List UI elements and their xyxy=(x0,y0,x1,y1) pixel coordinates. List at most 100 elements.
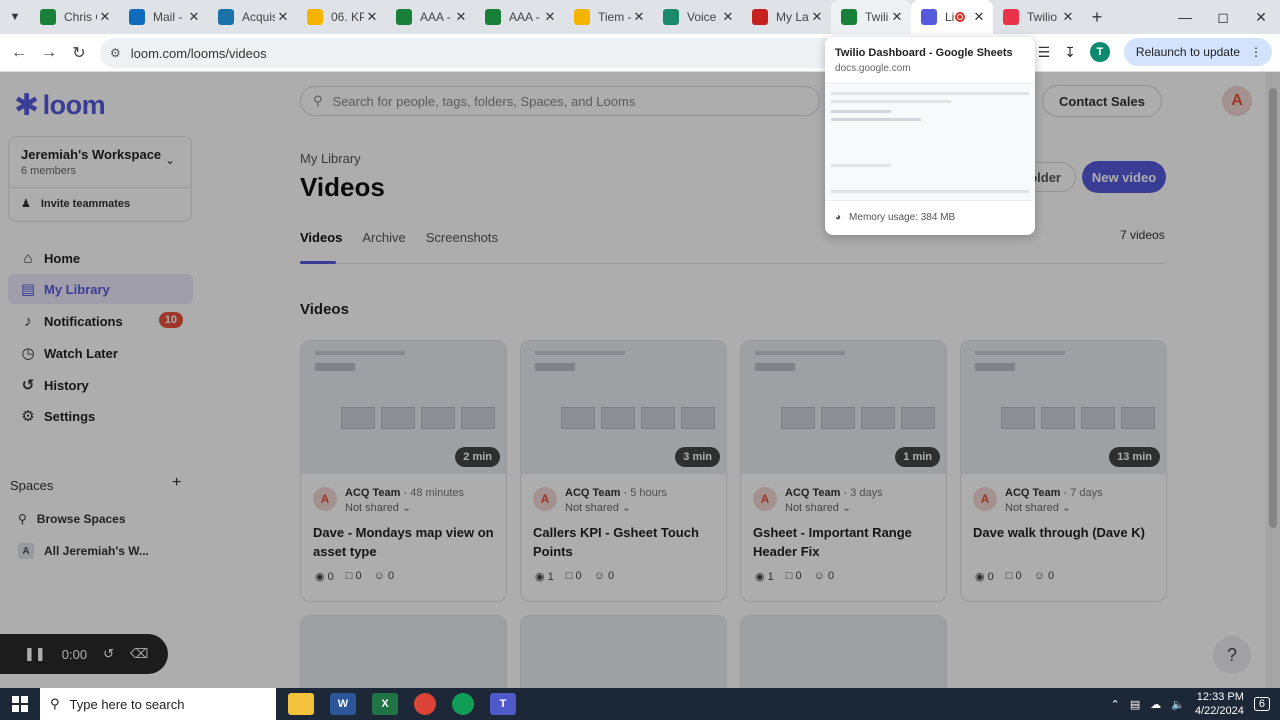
close-window-button[interactable]: ✕ xyxy=(1242,0,1280,34)
browser-tab[interactable]: Chris C✕ xyxy=(30,0,119,34)
new-tab-button[interactable]: + xyxy=(1082,7,1112,28)
browser-tab[interactable]: Tiem - ✕ xyxy=(564,0,653,34)
browser-tab[interactable]: AAA - ✕ xyxy=(475,0,564,34)
author-name[interactable]: ACQ Team xyxy=(345,487,400,499)
tab-videos[interactable]: Videos xyxy=(300,230,342,245)
close-tab-icon[interactable]: ✕ xyxy=(186,9,202,25)
teams-icon[interactable]: T xyxy=(490,693,516,715)
author-name[interactable]: ACQ Team xyxy=(1005,487,1060,499)
tab-screenshots[interactable]: Screenshots xyxy=(426,230,498,245)
browser-tab[interactable]: My La ✕ xyxy=(742,0,831,34)
breadcrumb[interactable]: My Library xyxy=(300,151,361,166)
browser-tab[interactable]: Lib ✕ xyxy=(911,0,993,34)
invite-teammates-button[interactable]: ♟ Invite teammates xyxy=(21,197,130,211)
video-title[interactable]: Dave walk through (Dave K) xyxy=(973,523,1158,542)
chrome-icon[interactable] xyxy=(452,693,474,715)
sidebar-item-settings[interactable]: ⚙ Settings xyxy=(8,401,193,431)
sidebar-item-watch-later[interactable]: ◷ Watch Later xyxy=(8,338,193,368)
search-input[interactable]: ⚲ Search for people, tags, folders, Spac… xyxy=(300,86,820,116)
video-title[interactable]: Gsheet - Important Range Header Fix xyxy=(753,523,938,561)
maximize-button[interactable]: ◻ xyxy=(1204,0,1242,34)
space-item[interactable]: A All Jeremiah's W... xyxy=(18,543,149,559)
sharing-status[interactable]: Not shared ⌄ xyxy=(345,501,464,514)
workspace-switcher[interactable]: Jeremiah's Workspace 6 members ⌄ ♟ Invit… xyxy=(8,136,192,222)
video-thumbnail[interactable]: 3 min xyxy=(521,341,726,474)
relaunch-button[interactable]: Relaunch to update ⋮ xyxy=(1123,38,1272,66)
forward-button[interactable]: → xyxy=(34,44,64,62)
profile-avatar[interactable]: T xyxy=(1089,42,1110,62)
trash-icon[interactable]: ⌫ xyxy=(130,646,148,662)
contact-sales-button[interactable]: Contact Sales xyxy=(1042,85,1162,117)
close-tab-icon[interactable]: ✕ xyxy=(97,9,113,25)
minimize-button[interactable]: — xyxy=(1166,0,1204,34)
video-card[interactable] xyxy=(520,615,727,688)
user-avatar[interactable]: A xyxy=(1222,86,1252,116)
close-tab-icon[interactable]: ✕ xyxy=(542,9,558,25)
restart-icon[interactable]: ↺ xyxy=(103,646,114,662)
browser-tab[interactable]: Voice ✕ xyxy=(653,0,742,34)
browser-tab[interactable]: Twilio✕ xyxy=(993,0,1082,34)
video-title[interactable]: Callers KPI - Gsheet Touch Points xyxy=(533,523,718,561)
taskbar-search[interactable]: ⚲ Type here to search xyxy=(40,688,276,720)
video-thumbnail[interactable]: 1 min xyxy=(741,341,946,474)
browser-tab[interactable]: Mail - ✕ xyxy=(119,0,208,34)
close-tab-icon[interactable]: ✕ xyxy=(631,9,647,25)
add-space-icon[interactable]: + xyxy=(172,474,181,492)
word-icon[interactable]: W xyxy=(330,693,356,715)
cloud-icon[interactable]: ☁ xyxy=(1150,698,1161,711)
sharing-status[interactable]: Not shared ⌄ xyxy=(785,501,883,514)
tab-archive[interactable]: Archive xyxy=(362,230,405,245)
pause-icon[interactable]: ❚❚ xyxy=(24,646,46,662)
video-card[interactable]: 2 min A ACQ Team · 48 minutes Not shared ⌄ D… xyxy=(300,340,507,602)
close-tab-icon[interactable]: ✕ xyxy=(453,9,469,25)
start-button[interactable] xyxy=(0,696,40,712)
chevron-down-icon[interactable]: ⌄ xyxy=(165,153,175,167)
reload-button[interactable]: ↻ xyxy=(64,43,94,63)
new-video-button[interactable]: New video xyxy=(1082,161,1166,193)
video-card[interactable]: 3 min A ACQ Team · 5 hours Not shared ⌄ Call… xyxy=(520,340,727,602)
browse-spaces-link[interactable]: ⚲ Browse Spaces xyxy=(18,512,126,526)
close-tab-icon[interactable]: ✕ xyxy=(971,9,987,25)
browser-tab[interactable]: AAA - ✕ xyxy=(386,0,475,34)
author-name[interactable]: ACQ Team xyxy=(565,487,620,499)
excel-icon[interactable]: X xyxy=(372,693,398,715)
browser-tab[interactable]: Twilio✕ xyxy=(831,0,911,34)
media-controls-icon[interactable]: ☰ xyxy=(1038,44,1051,61)
notification-icon[interactable]: 6 xyxy=(1253,697,1270,711)
loom-logo[interactable]: ✱ loom xyxy=(14,88,106,123)
scrollbar-thumb[interactable] xyxy=(1269,88,1277,528)
close-tab-icon[interactable]: ✕ xyxy=(809,9,825,25)
close-tab-icon[interactable]: ✕ xyxy=(889,9,905,25)
video-card[interactable]: 1 min A ACQ Team · 3 days Not shared ⌄ Gshee… xyxy=(740,340,947,602)
close-tab-icon[interactable]: ✕ xyxy=(364,9,380,25)
sharing-status[interactable]: Not shared ⌄ xyxy=(1005,501,1103,514)
volume-icon[interactable]: 🔈 xyxy=(1171,698,1185,711)
video-card[interactable] xyxy=(740,615,947,688)
download-icon[interactable]: ↧ xyxy=(1064,44,1076,61)
sidebar-item-my-library[interactable]: ▤ My Library xyxy=(8,274,193,304)
back-button[interactable]: ← xyxy=(4,44,34,62)
site-info-icon[interactable]: ⚙ xyxy=(110,46,121,60)
address-bar[interactable]: ⚙ loom.com/looms/videos xyxy=(100,38,840,68)
video-thumbnail[interactable]: 2 min xyxy=(301,341,506,474)
close-tab-icon[interactable]: ✕ xyxy=(1060,9,1076,25)
more-menu-icon[interactable]: ⋮ xyxy=(1250,45,1262,59)
video-card[interactable]: 13 min A ACQ Team · 7 days Not shared ⌄ Dave… xyxy=(960,340,1167,602)
video-title[interactable]: Dave - Mondays map view on asset type xyxy=(313,523,498,561)
chevron-up-icon[interactable]: ⌃ xyxy=(1111,698,1120,711)
tab-search-button[interactable]: ▼ xyxy=(0,0,30,34)
browser-tab[interactable]: 06. KP ✕ xyxy=(297,0,386,34)
browser-tab[interactable]: Acquis ✕ xyxy=(208,0,297,34)
sidebar-item-notifications[interactable]: ♪ Notifications 10 xyxy=(8,306,193,336)
close-tab-icon[interactable]: ✕ xyxy=(720,9,736,25)
video-thumbnail[interactable]: 13 min xyxy=(961,341,1166,474)
help-button[interactable]: ? xyxy=(1213,636,1251,674)
clock[interactable]: 12:33 PM 4/22/2024 xyxy=(1195,690,1244,718)
sidebar-item-history[interactable]: ↺ History xyxy=(8,370,193,400)
network-icon[interactable]: ▤ xyxy=(1130,698,1140,711)
close-tab-icon[interactable]: ✕ xyxy=(275,9,291,25)
author-name[interactable]: ACQ Team xyxy=(785,487,840,499)
scrollbar[interactable] xyxy=(1266,72,1280,688)
video-card[interactable] xyxy=(300,615,507,688)
file-explorer-icon[interactable] xyxy=(288,693,314,715)
